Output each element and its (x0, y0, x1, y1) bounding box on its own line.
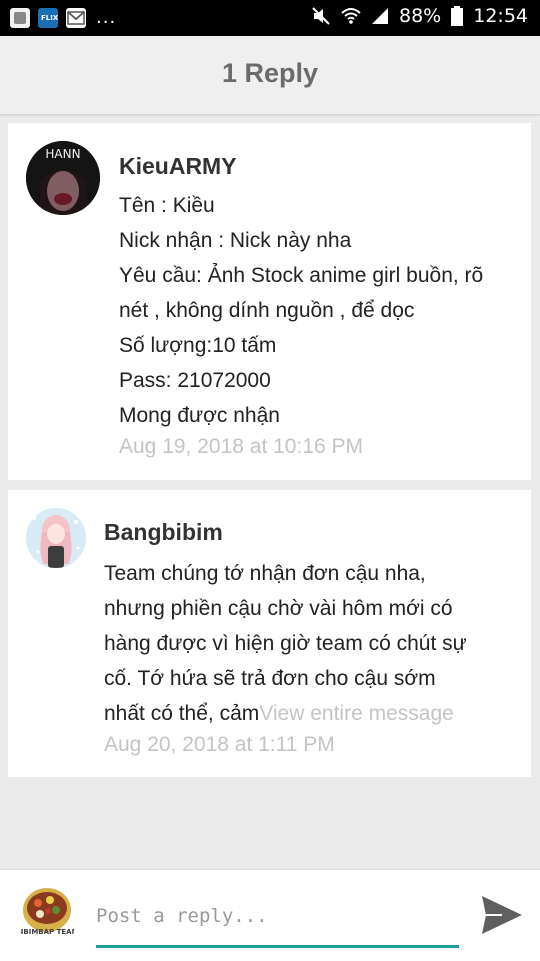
comment-body: Team chúng tớ nhận đơn cậu nha, nhưng ph… (104, 556, 467, 731)
avatar-logo-text: HANN (45, 147, 80, 161)
system-status: 88% 12:54 (311, 5, 528, 27)
reply-input[interactable] (96, 892, 459, 948)
mute-icon (312, 7, 330, 25)
send-button[interactable] (480, 894, 524, 936)
comment-body: Tên : Kiều Nick nhận : Nick này nha Yêu … (119, 188, 483, 433)
flix-icon: FLIX (38, 7, 58, 28)
status-bar: FLIX ... 88% 12:54 (0, 0, 540, 36)
comment-line: Tên : Kiều (119, 194, 215, 217)
comment-card: Bangbibim Team chúng tớ nhận đơn cậu nha… (8, 490, 531, 777)
battery-icon (451, 6, 464, 26)
comment-line: Yêu cầu: Ảnh Stock anime girl buồn, rõ (119, 264, 484, 287)
overflow-indicator: ... (96, 7, 117, 28)
comment-line: Mong được nhận (119, 404, 280, 427)
comment-line: hàng được vì hiện giờ team có chút sự (104, 632, 467, 655)
app-header: 1 Reply (0, 36, 540, 115)
signal-icon (372, 8, 388, 24)
clock: 12:54 (473, 5, 528, 27)
battery-percent: 88% (399, 5, 442, 27)
comment-card: HANN KieuARMY Tên : Kiều Nick nhận : Nic… (8, 123, 531, 480)
view-entire-message-link[interactable]: View entire message (259, 702, 454, 725)
comment-line: Pass: 21072000 (119, 369, 271, 392)
app-icon (10, 7, 30, 28)
my-avatar[interactable]: BIBIMBAP TEAM (15, 883, 79, 943)
my-avatar-text: BIBIMBAP TEAM (20, 928, 74, 936)
gmail-icon (66, 7, 86, 28)
comment-timestamp: Aug 20, 2018 at 1:11 PM (104, 733, 335, 756)
comment-line: Team chúng tớ nhận đơn cậu nha, (104, 562, 426, 585)
reply-bar: BIBIMBAP TEAM (0, 869, 540, 961)
wifi-icon (341, 8, 361, 24)
comment-line: Số lượng:10 tấm (119, 334, 277, 357)
comment-line: nét , không dính nguồn , để dọc (119, 299, 415, 322)
comment-line: Nick nhận : Nick này nha (119, 229, 352, 252)
comment-author[interactable]: Bangbibim (104, 519, 223, 546)
comment-line-text: nhất có thể, cảm (104, 702, 260, 725)
comment-timestamp: Aug 19, 2018 at 10:16 PM (119, 435, 364, 458)
avatar[interactable]: HANN (26, 141, 100, 215)
comment-author[interactable]: KieuARMY (119, 153, 237, 180)
comment-line: nhất có thể, cảmView entire message (104, 696, 467, 731)
avatar[interactable] (26, 508, 86, 568)
page-title: 1 Reply (221, 58, 319, 88)
comment-line: cố. Tớ hứa sẽ trả đơn cho cậu sớm (104, 667, 436, 690)
send-icon (482, 896, 522, 934)
notification-icons: FLIX ... (10, 7, 116, 28)
comment-line: nhưng phiền cậu chờ vài hôm mới có (104, 597, 453, 620)
